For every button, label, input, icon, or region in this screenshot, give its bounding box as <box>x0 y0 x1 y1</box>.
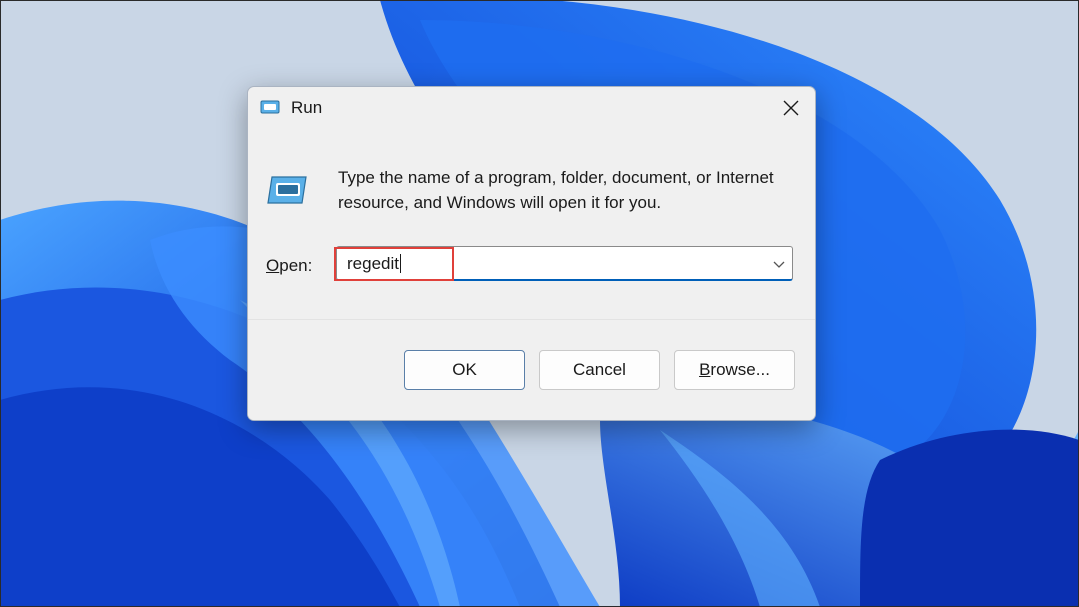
window-title: Run <box>291 98 323 117</box>
run-dialog: Run Type the name of a program, folder, … <box>247 86 816 421</box>
open-label: Open: <box>266 256 312 276</box>
button-bar: OK Cancel Browse... <box>248 319 815 420</box>
description-text: Type the name of a program, folder, docu… <box>338 168 774 212</box>
close-button[interactable] <box>767 87 815 129</box>
close-icon <box>783 100 799 116</box>
browse-label-rest: rowse... <box>710 360 770 379</box>
title-bar[interactable]: Run <box>248 87 815 129</box>
chevron-down-icon[interactable] <box>772 257 786 271</box>
dialog-content: Type the name of a program, folder, docu… <box>248 129 815 319</box>
browse-button[interactable]: Browse... <box>674 350 795 390</box>
open-combobox[interactable]: regedit <box>336 246 793 281</box>
cancel-button[interactable]: Cancel <box>539 350 660 390</box>
open-input[interactable]: regedit <box>347 254 401 273</box>
run-app-icon <box>267 176 307 204</box>
ok-button[interactable]: OK <box>404 350 525 390</box>
browse-accelerator: B <box>699 360 711 379</box>
open-label-rest: pen: <box>279 256 313 275</box>
run-app-icon <box>260 100 280 114</box>
open-label-accelerator: O <box>266 256 280 275</box>
